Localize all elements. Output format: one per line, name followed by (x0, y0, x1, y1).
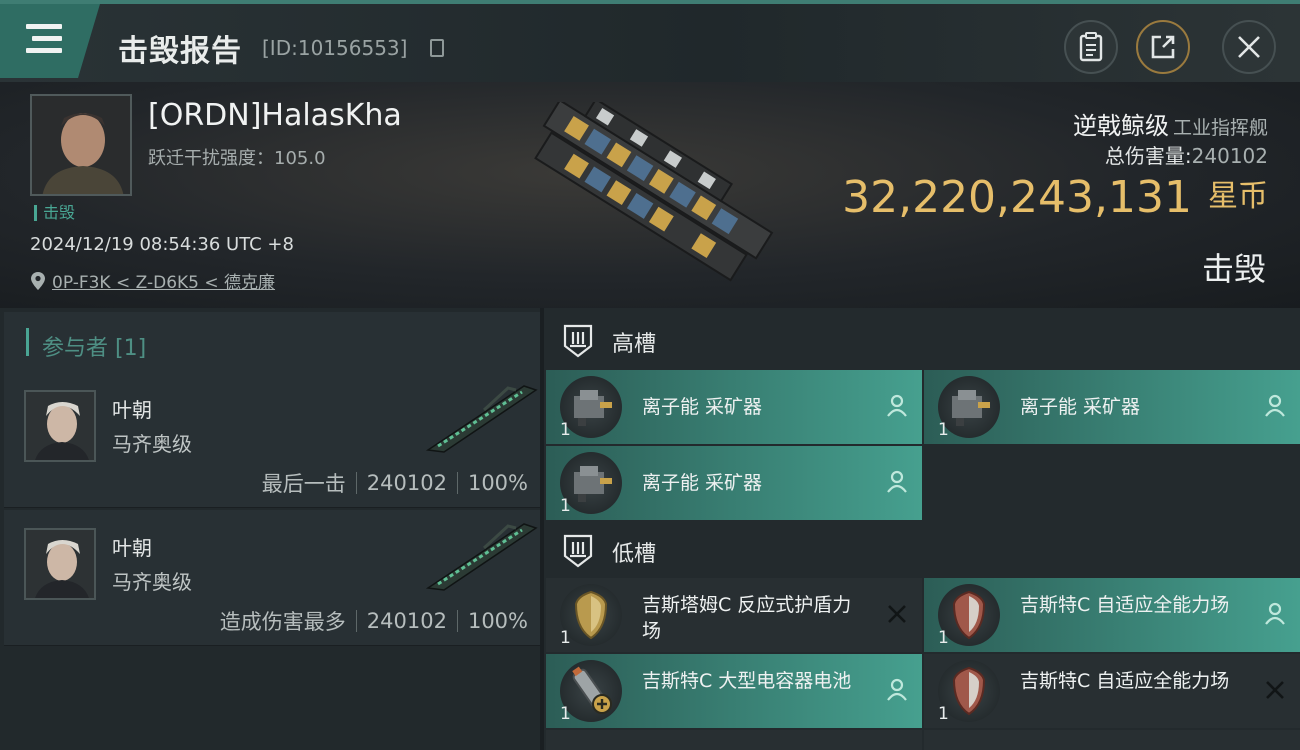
top-bar: 击毁报告 [ID:10156553] (0, 0, 1300, 82)
victim-ship-class: 逆戟鲸级 工业指挥舰 (1073, 106, 1268, 141)
participant-name[interactable]: 叶朝 (112, 532, 152, 561)
fitting-panel: 高槽 1 离子能 采矿器 1 离子能 采矿器 1 离子能 采矿器 低槽 1 吉斯… (544, 308, 1300, 750)
total-damage-value: 240102 (1191, 144, 1268, 168)
person-icon (887, 678, 907, 701)
ship-class-name[interactable]: 逆戟鲸级 (1073, 112, 1169, 140)
participants-header: 参与者 [1] (4, 312, 540, 372)
module-name: 离子能 采矿器 (642, 472, 763, 494)
high-slot-header: 高槽 (544, 308, 1300, 370)
module-slot[interactable]: 1 吉斯特C 自适应全能力场 (924, 578, 1300, 652)
avatar[interactable] (24, 528, 96, 600)
high-slot-title: 高槽 (612, 332, 657, 357)
low-slot-icon (563, 534, 593, 568)
copy-icon[interactable] (430, 39, 444, 57)
participant-stats: 造成伤害最多 240102 100% (220, 606, 528, 636)
share-icon (1151, 35, 1175, 59)
participant-role: 最后一击 (261, 472, 346, 496)
clipboard-icon (1079, 32, 1103, 62)
module-slot[interactable]: 1 吉斯特C 自适应全能力场 (924, 654, 1300, 728)
victim-summary: [ORDN]HalasKha 跃迁干扰强度：105.0 击毁 2024/12/1… (0, 82, 1300, 308)
participant-ship-image (425, 523, 538, 591)
participant-ship-image (425, 385, 538, 453)
kill-timestamp: 2024/12/19 08:54:36 UTC +8 (30, 234, 294, 255)
participant-damage: 240102 (366, 471, 447, 495)
module-quantity: 1 (560, 496, 571, 516)
menu-icon (26, 24, 62, 54)
module-name: 吉斯特C 自适应全能力场 (1020, 670, 1230, 692)
location-pin-icon (31, 271, 45, 290)
participant-row[interactable]: 叶朝 马齐奥级 造成伤害最多 240102 100% (4, 510, 540, 646)
x-icon (1266, 681, 1284, 699)
participants-title: 参与者 [1] (42, 336, 147, 361)
report-id: [ID:10156553] (262, 36, 408, 60)
participant-ship: 马齐奥级 (112, 570, 192, 594)
close-button[interactable] (1222, 20, 1276, 74)
warp-scramble-strength: 跃迁干扰强度：105.0 (148, 148, 326, 169)
module-quantity: 1 (938, 704, 949, 724)
total-damage: 总伤害量:240102 (1105, 140, 1268, 169)
module-slot[interactable]: 1 吉斯塔姆C 反应式护盾力场 (546, 578, 922, 652)
victim-ship-image[interactable] (505, 102, 795, 282)
participant-role: 造成伤害最多 (219, 610, 346, 634)
participant-name[interactable]: 叶朝 (112, 394, 152, 423)
isk-value: 32,220,243,131 (842, 172, 1192, 223)
participant-percent: 100% (467, 471, 528, 495)
person-icon (887, 394, 907, 417)
participant-row[interactable]: 叶朝 马齐奥级 最后一击 240102 100% (4, 372, 540, 508)
status-tag: 击毁 (34, 205, 75, 221)
close-icon (1238, 36, 1260, 58)
module-quantity: 1 (938, 628, 949, 648)
page-title: 击毁报告 (118, 34, 242, 69)
module-name: 离子能 采矿器 (1020, 396, 1141, 418)
avatar[interactable] (24, 390, 96, 462)
module-name: 离子能 采矿器 (642, 396, 763, 418)
module-slot-partial[interactable] (924, 730, 1300, 750)
module-slot[interactable]: 1 离子能 采矿器 (546, 370, 922, 444)
isk-unit: 星币 (1208, 179, 1268, 214)
participants-panel: 参与者 [1] 叶朝 马齐奥级 最后一击 240102 100% 叶朝 马齐奥级… (0, 308, 540, 750)
participant-ship: 马齐奥级 (112, 432, 192, 456)
victim-pilot-name[interactable]: [ORDN]HalasKha (148, 98, 402, 133)
module-name: 吉斯塔姆C 反应式护盾力场 (642, 594, 852, 642)
victim-portrait[interactable] (30, 94, 132, 196)
participant-stats: 最后一击 240102 100% (262, 468, 528, 498)
person-icon (1265, 602, 1285, 625)
participant-percent: 100% (467, 609, 528, 633)
module-slot[interactable]: 1 离子能 采矿器 (924, 370, 1300, 444)
total-damage-label: 总伤害量: (1104, 144, 1192, 168)
kill-outcome: 击毁 (1201, 250, 1266, 288)
x-icon (888, 605, 906, 623)
ship-type: 工业指挥舰 (1172, 117, 1268, 139)
participant-damage: 240102 (366, 609, 447, 633)
module-slot-partial[interactable] (546, 730, 922, 750)
module-slot[interactable]: 1 离子能 采矿器 (546, 446, 922, 520)
low-slot-header: 低槽 (544, 518, 1300, 580)
module-name: 吉斯特C 大型电容器电池 (642, 670, 852, 692)
module-quantity: 1 (560, 420, 571, 440)
kill-location[interactable]: 0P-F3K < Z-D6K5 < 德克廉 (30, 268, 275, 293)
isk-loss: 32,220,243,131 星币 (842, 172, 1268, 223)
module-quantity: 1 (560, 628, 571, 648)
share-button[interactable] (1136, 20, 1190, 74)
module-quantity: 1 (938, 420, 949, 440)
person-icon (887, 470, 907, 493)
location-text: 0P-F3K < Z-D6K5 < 德克廉 (52, 273, 276, 293)
low-slot-title: 低槽 (612, 542, 657, 567)
module-name: 吉斯特C 自适应全能力场 (1020, 594, 1230, 616)
clipboard-button[interactable] (1064, 20, 1118, 74)
person-icon (1265, 394, 1285, 417)
high-slot-icon (563, 324, 593, 358)
module-quantity: 1 (560, 704, 571, 724)
menu-button[interactable] (0, 4, 100, 78)
module-slot[interactable]: 1 吉斯特C 大型电容器电池 (546, 654, 922, 728)
